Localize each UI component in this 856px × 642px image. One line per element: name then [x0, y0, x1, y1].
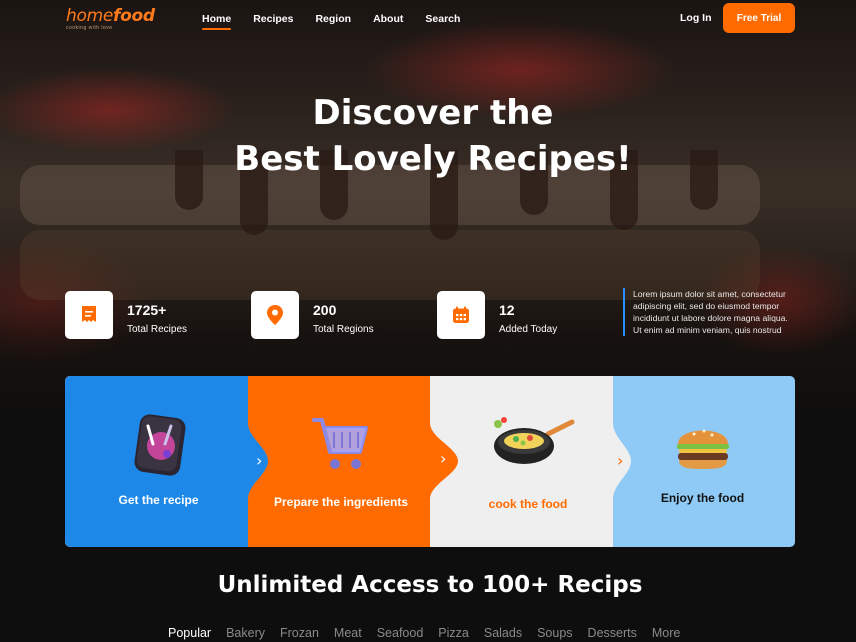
chevron-right-icon: › — [256, 451, 263, 470]
headline-line: Best Lovely Recipes! — [234, 139, 632, 179]
tab-desserts[interactable]: Desserts — [588, 626, 637, 640]
recipe-book-icon — [134, 414, 186, 476]
nav-link-recipes[interactable]: Recipes — [253, 13, 293, 25]
nav-link-about[interactable]: About — [373, 13, 403, 25]
receipt-icon — [65, 291, 113, 339]
tab-frozan[interactable]: Frozan — [280, 626, 319, 640]
calendar-icon — [437, 291, 485, 339]
login-link[interactable]: Log In — [680, 12, 712, 24]
category-tabs: Popular Bakery Frozan Meat Seafood Pizza… — [168, 626, 695, 640]
nav-link-home[interactable]: Home — [202, 13, 232, 30]
stat-label: Total Recipes — [127, 324, 188, 335]
free-trial-button[interactable]: Free Trial — [723, 3, 795, 33]
hero-headline: Discover the Best Lovely Recipes! — [0, 90, 856, 182]
step-label-enjoy: Enjoy the food — [660, 491, 745, 505]
step-label-prepare: Prepare the ingredients — [273, 495, 409, 509]
nav-link-search[interactable]: Search — [425, 13, 460, 25]
stat-value: 1725+ — [127, 302, 167, 318]
step-label-cook: cook the food — [488, 497, 568, 511]
tab-popular[interactable]: Popular — [168, 626, 211, 640]
stat-label: Total Regions — [313, 324, 374, 335]
stat-label: Added Today — [499, 324, 558, 335]
nav-link-region[interactable]: Region — [315, 13, 351, 25]
burger-icon — [677, 429, 729, 469]
tab-pizza[interactable]: Pizza — [438, 626, 469, 640]
tab-seafood[interactable]: Seafood — [377, 626, 424, 640]
stat-value: 200 — [313, 302, 337, 318]
logo-text: homefood — [66, 6, 155, 26]
chevron-right-icon: › — [617, 451, 624, 470]
chevron-right-icon: › — [440, 449, 447, 468]
stat-value: 12 — [499, 302, 515, 318]
top-navbar: homefood cooking with love Home Recipes … — [0, 0, 856, 40]
tab-bakery[interactable]: Bakery — [226, 626, 265, 640]
section-title: Unlimited Access to 100+ Recips — [217, 572, 643, 598]
location-pin-icon — [251, 291, 299, 339]
nav-links: Home Recipes Region About Search — [202, 13, 482, 30]
tab-more[interactable]: More — [652, 626, 680, 640]
step-label-get-recipe: Get the recipe — [118, 493, 199, 507]
how-it-works-steps: Get the recipe Prepare the ingredients c… — [65, 376, 795, 547]
brand-logo[interactable]: homefood cooking with love — [66, 6, 155, 31]
shopping-cart-icon — [312, 418, 368, 469]
hero-description: Lorem ipsum dolor sit amet, consectetur … — [623, 288, 795, 336]
headline-line: Discover the — [312, 93, 554, 133]
tab-meat[interactable]: Meat — [334, 626, 362, 640]
tab-soups[interactable]: Soups — [537, 626, 572, 640]
frying-pan-icon — [494, 417, 575, 464]
hero-background-image — [0, 0, 856, 420]
tab-salads[interactable]: Salads — [484, 626, 522, 640]
